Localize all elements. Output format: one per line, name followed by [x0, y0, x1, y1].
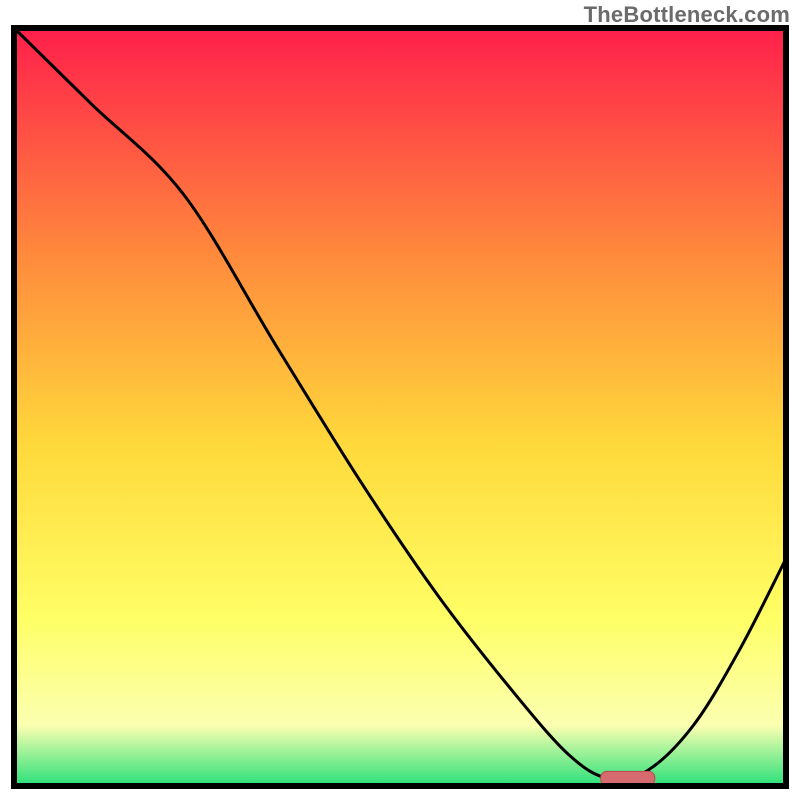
bottleneck-chart	[0, 0, 800, 800]
watermark-text: TheBottleneck.com	[584, 2, 790, 28]
plot-background	[14, 28, 786, 786]
chart-container: { "watermark": "TheBottleneck.com", "col…	[0, 0, 800, 800]
